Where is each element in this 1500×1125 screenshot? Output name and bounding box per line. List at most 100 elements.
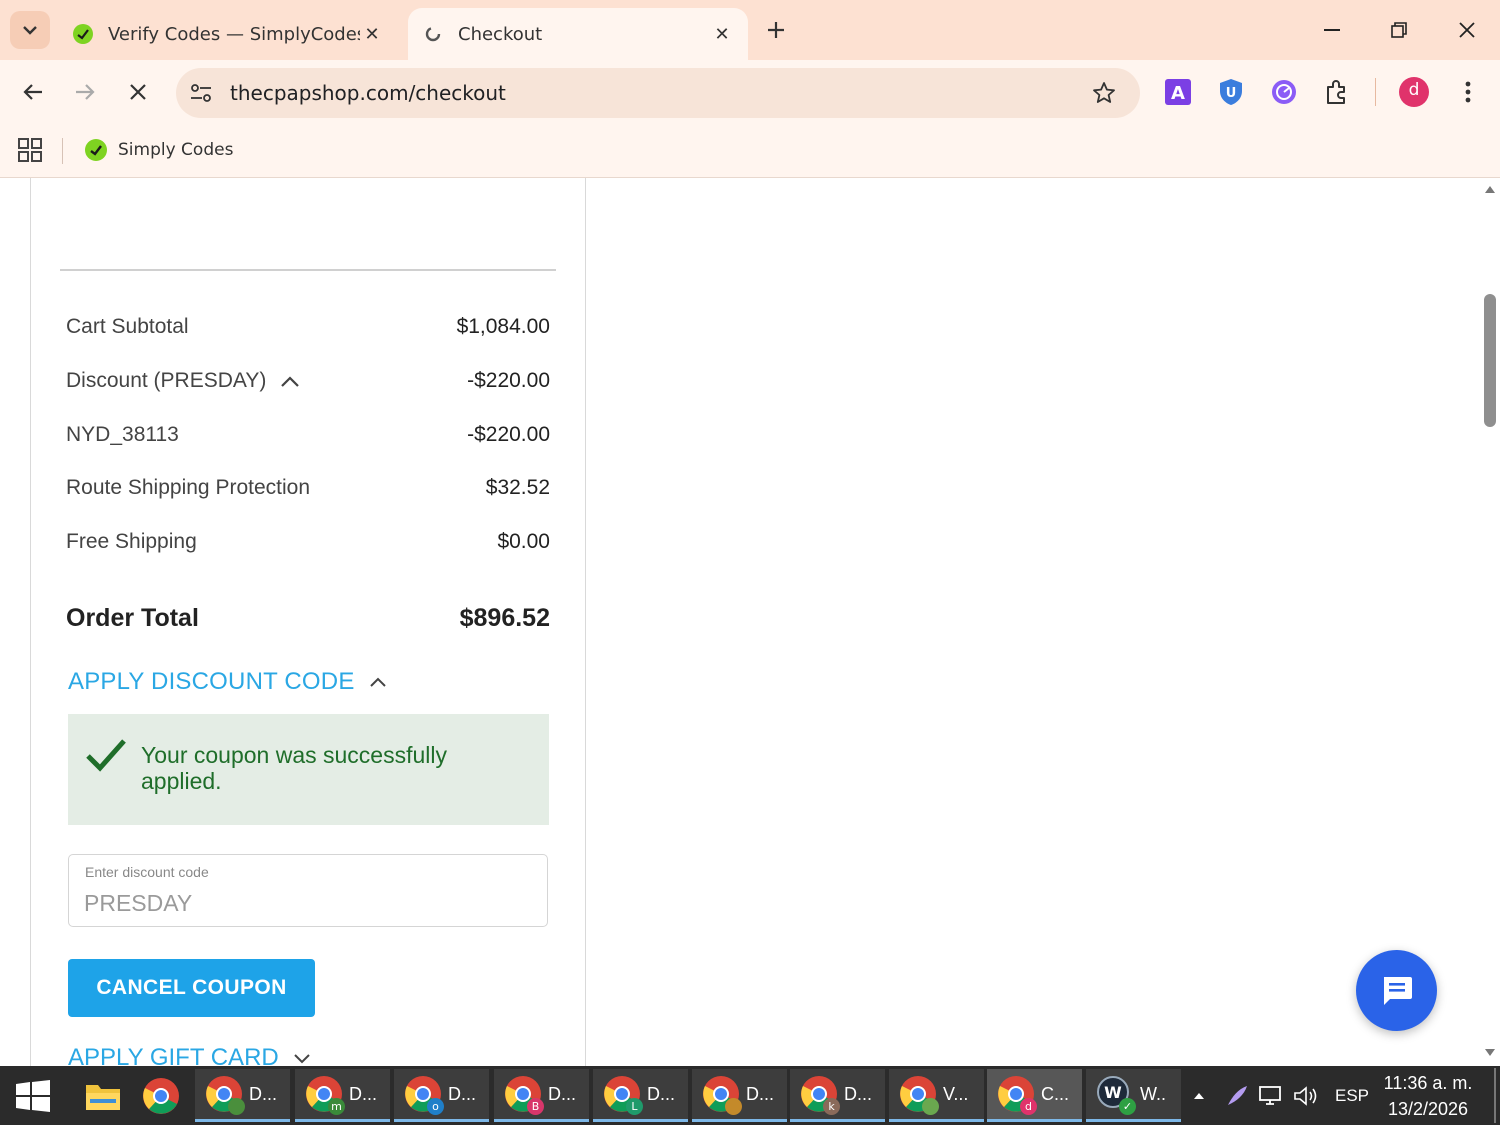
taskbar-app[interactable]: D... [692, 1069, 787, 1122]
menu-button[interactable] [1452, 76, 1484, 108]
apply-discount-heading: APPLY DISCOUNT CODE [68, 668, 355, 695]
clock-date: 13/2/2026 [1387, 1099, 1469, 1119]
taskbar-app[interactable]: k D... [790, 1069, 885, 1122]
close-window-button[interactable] [1449, 12, 1485, 48]
plus-icon [768, 22, 784, 38]
summary-row-discount: Discount (PRESDAY) -$220.00 [66, 366, 550, 396]
taskbar-app[interactable]: V... [889, 1069, 984, 1122]
bookmark-star-icon[interactable] [1084, 73, 1124, 113]
scroll-up-arrow-icon[interactable] [1484, 184, 1496, 194]
taskbar-app[interactable]: m D... [295, 1069, 390, 1122]
tab-verify-codes[interactable]: Verify Codes — SimplyCodes ✕ [58, 8, 398, 60]
taskbar-app[interactable]: o D... [394, 1069, 489, 1122]
taskbar-app-label: D... [249, 1083, 278, 1104]
column-divider [30, 178, 31, 1066]
address-bar[interactable]: thecpapshop.com/checkout [176, 68, 1140, 118]
svg-text:W: W [1104, 1083, 1122, 1102]
page-scrollbar[interactable] [1480, 178, 1500, 1066]
chrome-icon [205, 1075, 245, 1115]
tab-search-button[interactable] [10, 11, 50, 49]
arrow-left-icon [23, 84, 42, 100]
chrome-icon [702, 1075, 742, 1115]
taskbar-app-label: V... [943, 1083, 969, 1104]
order-total-label: Order Total [66, 603, 199, 632]
bookmark-label: Simply Codes [118, 140, 234, 160]
summary-amount: -$220.00 [467, 423, 550, 446]
close-icon[interactable]: ✕ [360, 24, 384, 45]
apply-discount-toggle[interactable]: APPLY DISCOUNT CODE [68, 668, 387, 696]
bookmark-separator [62, 138, 63, 164]
tray-overflow-icon[interactable] [1192, 1066, 1206, 1125]
coupon-success-message: Your coupon was successfully applied. [141, 742, 447, 794]
toolbar-separator [1375, 78, 1376, 106]
restore-icon [1391, 22, 1407, 38]
restore-button[interactable] [1381, 12, 1417, 48]
site-info-icon[interactable] [176, 68, 226, 118]
show-desktop-button[interactable] [1494, 1068, 1496, 1123]
chevron-up-icon[interactable] [280, 374, 300, 388]
chrome-icon: d [997, 1075, 1037, 1115]
taskbar-app[interactable]: L D... [593, 1069, 688, 1122]
taskbar-app-active[interactable]: d C... [987, 1069, 1082, 1122]
summary-amount: $1,084.00 [456, 315, 550, 338]
taskbar-app[interactable]: B D... [494, 1069, 589, 1122]
check-badge: ✓ [1119, 1098, 1136, 1115]
file-explorer-icon[interactable] [80, 1074, 126, 1118]
summary-label: NYD_38113 [66, 423, 179, 446]
chrome-icon: k [800, 1075, 840, 1115]
simplycodes-favicon-icon [72, 23, 94, 45]
close-icon[interactable]: ✕ [710, 24, 734, 45]
discount-code-field[interactable]: Enter discount code [68, 854, 548, 927]
stop-loading-button[interactable] [120, 74, 156, 110]
chrome-icon[interactable] [138, 1074, 184, 1118]
taskbar-app-label: D... [746, 1083, 775, 1104]
chrome-icon: B [504, 1075, 544, 1115]
language-indicator[interactable]: ESP [1335, 1066, 1369, 1125]
bookmark-simply-codes[interactable]: Simply Codes [84, 134, 233, 166]
puzzle-extensions-icon[interactable] [1321, 76, 1353, 108]
apps-grid-icon[interactable] [16, 136, 44, 164]
checkout-page: Cart Subtotal $1,084.00 Discount (PRESDA… [0, 178, 1500, 1066]
apply-gift-card-toggle[interactable]: APPLY GIFT CARD [68, 1044, 311, 1066]
summary-row-subtotal: Cart Subtotal $1,084.00 [66, 312, 550, 342]
summary-row-shipping: Free Shipping $0.00 [66, 527, 550, 557]
scroll-down-arrow-icon[interactable] [1484, 1048, 1496, 1058]
profile-avatar[interactable]: d [1398, 76, 1430, 108]
discount-code-input[interactable] [84, 887, 524, 919]
cancel-coupon-button[interactable]: CANCEL COUPON [68, 959, 315, 1017]
a-extension-icon[interactable]: A [1162, 76, 1194, 108]
gauge-extension-icon[interactable] [1268, 76, 1300, 108]
network-icon[interactable] [1258, 1066, 1286, 1125]
system-clock[interactable]: 11:36 a. m. 13/2/2026 [1376, 1070, 1480, 1122]
chat-button[interactable] [1356, 950, 1437, 1031]
volume-icon[interactable] [1292, 1066, 1320, 1125]
svg-text:A: A [1171, 83, 1185, 104]
pen-icon[interactable] [1224, 1066, 1250, 1125]
summary-label: Free Shipping [66, 530, 197, 553]
chevron-down-icon [23, 26, 37, 35]
taskbar-app[interactable]: W ✓ W.. [1086, 1069, 1181, 1122]
loading-favicon-icon [422, 23, 444, 45]
close-icon [1459, 22, 1475, 38]
summary-amount: -$220.00 [467, 369, 550, 392]
apply-gift-card-heading: APPLY GIFT CARD [68, 1044, 279, 1066]
scrollbar-thumb[interactable] [1484, 294, 1496, 427]
coupon-success-alert: Your coupon was successfully applied. [68, 714, 549, 825]
profile-badge [725, 1098, 742, 1115]
back-button[interactable] [15, 74, 51, 110]
taskbar-app[interactable]: D... [195, 1069, 290, 1122]
minimize-button[interactable] [1314, 12, 1350, 48]
forward-button[interactable] [67, 74, 103, 110]
windows-start-icon[interactable] [16, 1080, 50, 1112]
profile-badge: B [527, 1098, 544, 1115]
tab-checkout[interactable]: Checkout ✕ [408, 8, 748, 60]
profile-initial: d [1408, 80, 1420, 100]
url-text: thecpapshop.com/checkout [230, 81, 506, 105]
profile-badge [228, 1098, 245, 1115]
new-tab-button[interactable] [760, 14, 792, 46]
order-total-amount: $896.52 [459, 603, 550, 632]
profile-badge: d [1020, 1098, 1037, 1115]
simplycodes-favicon-icon [85, 139, 107, 161]
shield-extension-icon[interactable]: U [1215, 76, 1247, 108]
profile-badge: k [823, 1098, 840, 1115]
